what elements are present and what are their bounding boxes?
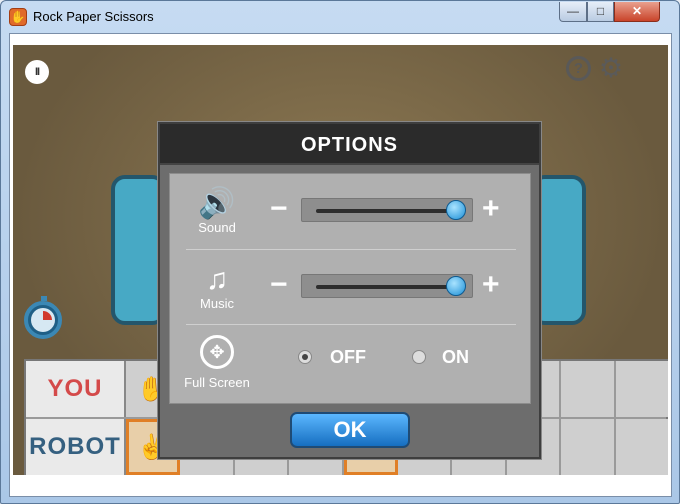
robot-cell <box>561 419 616 475</box>
speaker-icon: 🔊 <box>198 187 236 220</box>
robot-label: ROBOT <box>26 419 126 475</box>
settings-gear-icon[interactable]: ⚙ <box>597 54 625 82</box>
sound-slider-knob[interactable] <box>446 200 466 220</box>
fullscreen-on-label[interactable]: ON <box>442 347 469 368</box>
pause-button[interactable]: II <box>25 60 49 84</box>
sound-increase-button[interactable]: + <box>482 194 500 224</box>
fullscreen-icon: ✥ <box>200 335 234 369</box>
maximize-button[interactable]: □ <box>587 2 614 22</box>
sound-label: Sound <box>198 220 236 235</box>
robot-cell <box>615 419 668 475</box>
fullscreen-option: ✥ Full Screen OFF ON <box>170 325 532 405</box>
sound-option: 🔊 Sound − + <box>170 174 532 249</box>
music-option: ♫ Music − + <box>170 250 532 325</box>
sound-slider-rail <box>316 209 464 213</box>
stopwatch-icon <box>24 296 62 339</box>
you-cell <box>561 361 616 417</box>
options-dialog: OPTIONS 🔊 Sound − + ♫ Music − + ✥ Full S… <box>158 122 541 459</box>
fullscreen-off-radio[interactable] <box>298 350 312 364</box>
music-note-icon: ♫ <box>205 263 229 296</box>
music-slider-rail <box>316 285 464 289</box>
you-label: YOU <box>26 361 126 417</box>
options-panel: 🔊 Sound − + ♫ Music − + ✥ Full Screen OF… <box>169 173 531 404</box>
app-window: ✋ Rock Paper Scissors — □ ✕ II ? ⚙ YOU ✋ <box>0 0 680 504</box>
music-slider-knob[interactable] <box>446 276 466 296</box>
fullscreen-off-label[interactable]: OFF <box>330 347 366 368</box>
music-slider[interactable] <box>301 274 473 298</box>
minimize-button[interactable]: — <box>559 2 587 22</box>
ok-button[interactable]: OK <box>290 412 410 448</box>
music-increase-button[interactable]: + <box>482 270 500 300</box>
sound-slider[interactable] <box>301 198 473 222</box>
client-area: II ? ⚙ YOU ✋ ROBOT ✌ OPTIONS 🔊 Sound − +… <box>9 33 672 497</box>
fullscreen-on-radio[interactable] <box>412 350 426 364</box>
music-decrease-button[interactable]: − <box>270 270 288 300</box>
options-title: OPTIONS <box>160 124 539 165</box>
you-cell <box>615 361 668 417</box>
help-button[interactable]: ? <box>566 56 591 81</box>
app-icon: ✋ <box>9 8 27 26</box>
fullscreen-label: Full Screen <box>184 375 250 390</box>
close-button[interactable]: ✕ <box>614 2 660 22</box>
window-title: Rock Paper Scissors <box>33 9 154 24</box>
sound-decrease-button[interactable]: − <box>270 194 288 224</box>
title-bar[interactable]: ✋ Rock Paper Scissors — □ ✕ <box>1 1 679 33</box>
music-label: Music <box>200 296 234 311</box>
